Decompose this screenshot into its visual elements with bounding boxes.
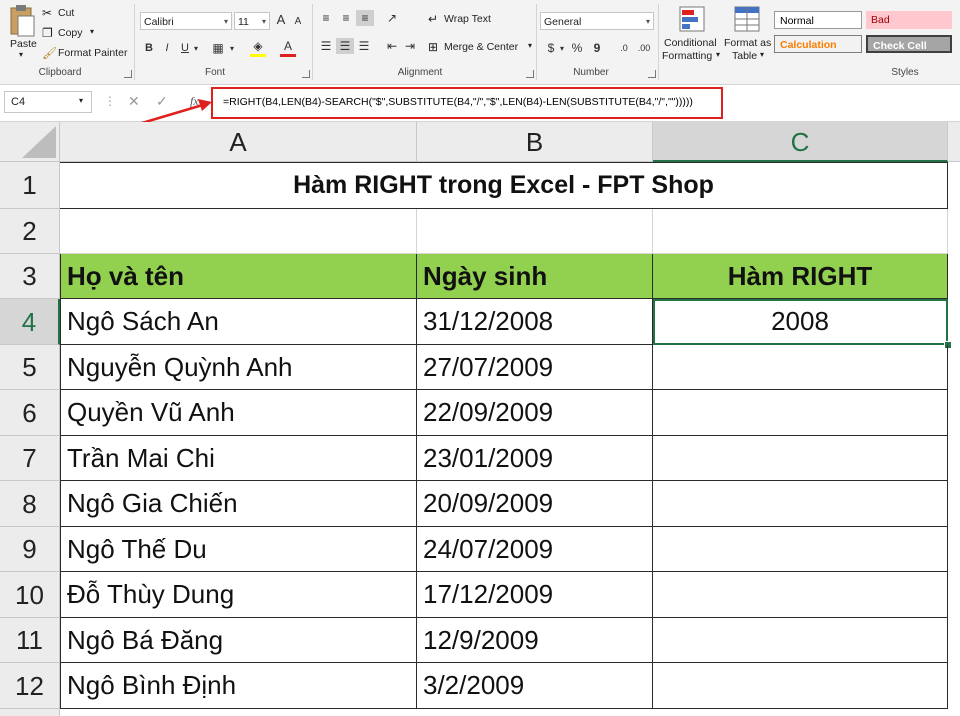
select-all-corner[interactable] [0,122,60,162]
cell-dob-value: 17/12/2009 [423,579,554,609]
row-header-filler [0,709,60,716]
cell-name-value: Ngô Sách An [67,306,219,336]
header-result-label: Hàm RIGHT [727,260,873,291]
row-header[interactable]: 1 [0,162,60,209]
cell-dob[interactable]: 24/07/2009 [417,527,653,572]
cell-dob[interactable]: 3/2/2009 [417,663,653,709]
cell-name-value: Ngô Bình Định [67,670,237,700]
title-cell[interactable]: Hàm RIGHT trong Excel - FPT Shop [60,162,948,209]
column-header-c[interactable]: C [653,122,948,162]
cell-name-value: Ngô Bá Đăng [67,624,224,655]
cell-dob-value: 20/09/2009 [423,488,554,518]
row-header[interactable]: 12 [0,663,60,709]
row-header[interactable]: 11 [0,618,60,663]
cell-name-value: Đỗ Thùy Dung [67,579,235,609]
header-cell-name[interactable]: Họ và tên [60,254,417,299]
cell-dob-value: 3/2/2009 [423,670,525,700]
cell-c2[interactable] [653,209,948,254]
cell-dob-value: 23/01/2009 [423,442,554,473]
cell-name-value: Ngô Gia Chiến [67,488,238,518]
sheet-title: Hàm RIGHT trong Excel - FPT Shop [293,171,714,199]
cell-a2[interactable] [60,209,417,254]
cell-name[interactable]: Nguyễn Quỳnh Anh [60,345,417,390]
cell-name[interactable]: Ngô Thế Du [60,527,417,572]
cell-dob[interactable]: 23/01/2009 [417,436,653,481]
cell-result[interactable] [653,527,948,572]
row-header[interactable]: 2 [0,209,60,254]
column-header-filler [948,122,960,162]
cell-name-value: Ngô Thế Du [67,533,207,564]
cell-name[interactable]: Trần Mai Chi [60,436,417,481]
cell-name[interactable]: Ngô Bình Định [60,663,417,709]
row-header[interactable]: 10 [0,572,60,618]
cell-name-value: Quyền Vũ Anh [67,397,235,427]
cell-dob[interactable]: 22/09/2009 [417,390,653,436]
cell-name[interactable]: Ngô Bá Đăng [60,618,417,663]
cell-dob-value: 27/07/2009 [423,351,554,382]
row-header[interactable]: 5 [0,345,60,390]
column-header-b[interactable]: B [417,122,653,162]
cell-dob[interactable]: 31/12/2008 [417,299,653,345]
cell-result[interactable] [653,618,948,663]
cell-result-value: 2008 [771,306,829,336]
cell-dob-value: 22/09/2009 [423,397,554,427]
row-header[interactable]: 4 [0,299,60,345]
cell-name-value: Nguyễn Quỳnh Anh [67,351,293,382]
cell-dob-value: 24/07/2009 [423,533,554,564]
cell-name[interactable]: Ngô Gia Chiến [60,481,417,527]
cell-result[interactable]: 2008 [653,299,948,345]
row-header[interactable]: 3 [0,254,60,299]
cell-dob[interactable]: 27/07/2009 [417,345,653,390]
row-header[interactable]: 7 [0,436,60,481]
cell-dob-value: 31/12/2008 [423,306,554,336]
header-dob-label: Ngày sinh [423,260,548,291]
column-header-a[interactable]: A [60,122,417,162]
cell-result[interactable] [653,390,948,436]
cell-dob[interactable]: 12/9/2009 [417,618,653,663]
cell-dob-value: 12/9/2009 [423,624,539,655]
row-header[interactable]: 8 [0,481,60,527]
cell-result[interactable] [653,572,948,618]
header-cell-dob[interactable]: Ngày sinh [417,254,653,299]
cell-dob[interactable]: 20/09/2009 [417,481,653,527]
cell-name-value: Trần Mai Chi [67,442,215,473]
header-name-label: Họ và tên [67,260,185,291]
cell-result[interactable] [653,345,948,390]
row-header[interactable]: 6 [0,390,60,436]
row-header[interactable]: 9 [0,527,60,572]
cell-name[interactable]: Đỗ Thùy Dung [60,572,417,618]
cell-result[interactable] [653,436,948,481]
cell-result[interactable] [653,663,948,709]
cell-name[interactable]: Quyền Vũ Anh [60,390,417,436]
corner-triangle-icon [22,126,56,158]
header-cell-result[interactable]: Hàm RIGHT [653,254,948,299]
cell-dob[interactable]: 17/12/2009 [417,572,653,618]
cell-b2[interactable] [417,209,653,254]
cell-result[interactable] [653,481,948,527]
cell-name[interactable]: Ngô Sách An [60,299,417,345]
